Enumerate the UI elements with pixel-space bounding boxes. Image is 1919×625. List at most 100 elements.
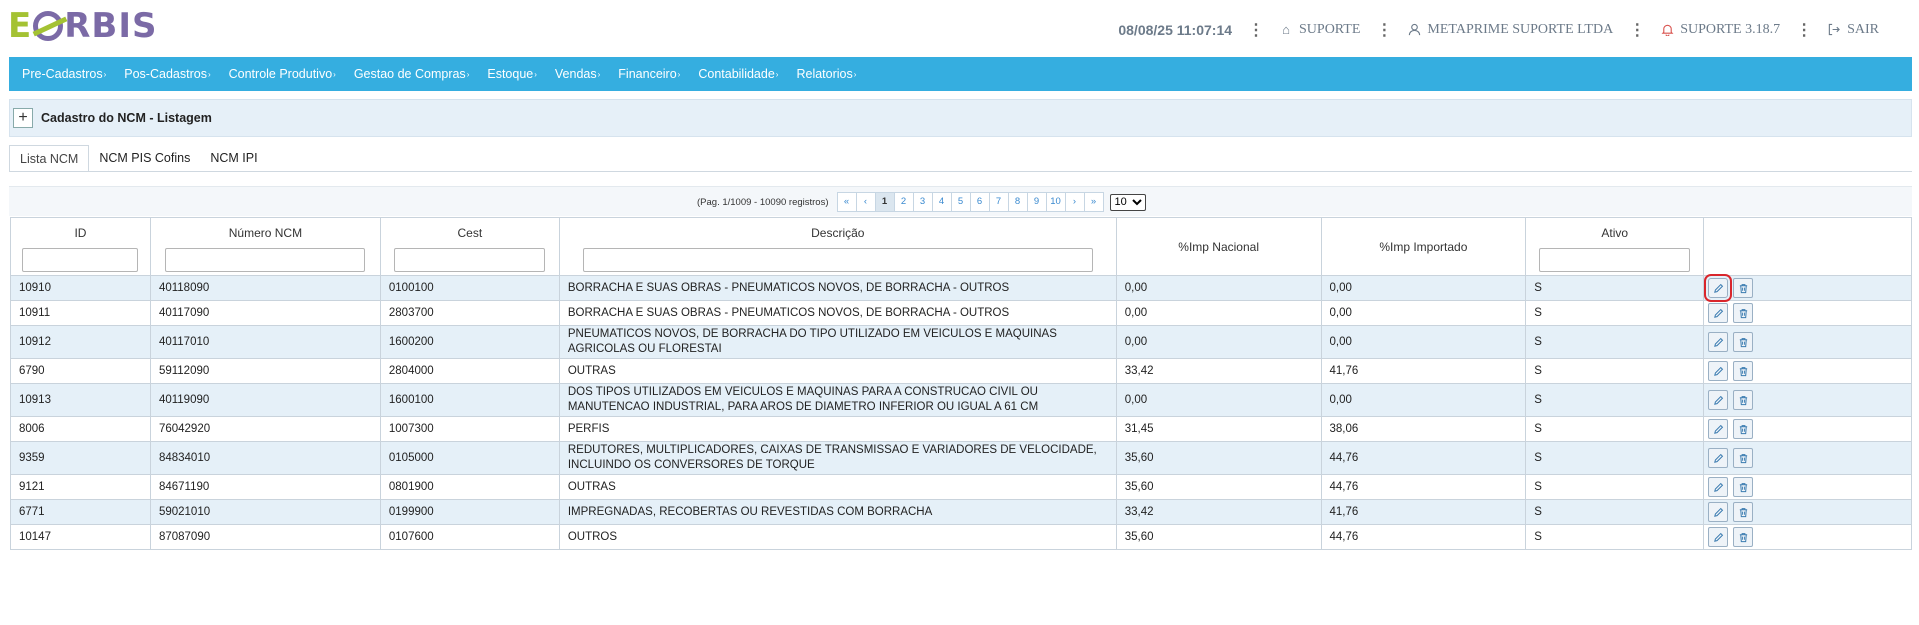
page-button[interactable]: 1 [874,192,895,212]
tab-bar: Lista NCM NCM PIS Cofins NCM IPI [9,145,268,172]
vertical-dots-icon[interactable]: ⋮ [1629,20,1645,40]
cell-ncm: 76042920 [149,416,381,442]
tab-1[interactable]: NCM PIS Cofins [89,145,200,172]
table-row[interactable]: 8006 76042920 1007300 PERFIS 31,45 38,06 S [10,416,1912,442]
cell-imp: 44,76 [1320,474,1527,500]
page-button[interactable]: 5 [950,192,971,212]
menu-item-3[interactable]: Gestao de Compras› [354,67,470,81]
col-ncm: Número NCM [149,217,381,276]
page-size-select[interactable]: 10 [1109,193,1146,211]
menu-item-0[interactable]: Pre-Cadastros› [22,67,106,81]
page-button[interactable]: 10 [1045,192,1066,212]
menu-item-label: Estoque [487,67,534,81]
menu-item-label: Contabilidade [698,67,775,81]
company-label: METAPRIME SUPORTE LTDA [1427,22,1614,37]
version-label: SUPORTE 3.18.7 [1680,22,1781,37]
exit-link[interactable]: SAIR [1827,22,1879,38]
menu-item-label: Pre-Cadastros [22,67,103,81]
page-button[interactable]: 3 [912,192,933,212]
edit-button[interactable] [1708,303,1729,323]
filter-descricao-input[interactable] [582,248,1093,272]
cell-ativo: S [1525,441,1705,475]
page-button[interactable]: 9 [1026,192,1047,212]
menu-item-6[interactable]: Financeiro› [618,67,680,81]
page-button[interactable]: 2 [893,192,914,212]
edit-button[interactable] [1708,332,1729,352]
vertical-dots-icon[interactable]: ⋮ [1796,20,1812,40]
page-button[interactable]: 7 [988,192,1009,212]
table-row[interactable]: 6790 59112090 2804000 OUTRAS 33,42 41,76 S [10,358,1912,384]
last-page-button[interactable]: » [1083,192,1104,212]
menu-item-7[interactable]: Contabilidade› [698,67,778,81]
page-button[interactable]: 4 [931,192,952,212]
menu-item-2[interactable]: Controle Produtivo› [229,67,336,81]
col-imp-importado: %Imp Importado [1320,217,1527,276]
cell-imp: 44,76 [1320,524,1527,550]
cell-nac: 0,00 [1115,325,1322,359]
delete-button[interactable] [1733,527,1754,547]
table-row[interactable]: 10913 40119090 1600100 DOS TIPOS UTILIZADOS… [10,383,1912,417]
delete-button[interactable] [1733,502,1754,522]
edit-button[interactable] [1708,448,1729,468]
tab-0[interactable]: Lista NCM [9,145,90,172]
vertical-dots-icon[interactable]: ⋮ [1248,20,1264,40]
tab-2[interactable]: NCM IPI [200,145,267,172]
trash-icon [1739,532,1747,542]
menu-item-4[interactable]: Estoque› [487,67,537,81]
vertical-dots-icon[interactable]: ⋮ [1376,20,1392,40]
next-page-button[interactable]: › [1064,192,1085,212]
menu-item-8[interactable]: Relatorios› [796,67,856,81]
cell-id: 8006 [10,416,151,442]
table-row[interactable]: 9121 84671190 0801900 OUTRAS 35,60 44,76 S [10,474,1912,500]
table-row[interactable]: 9359 84834010 0105000 REDUTORES, MULTIPLICA… [10,441,1912,475]
cell-desc: BORRACHA E SUAS OBRAS - PNEUMATICOS NOVO… [558,275,1117,301]
edit-button[interactable] [1708,502,1729,522]
delete-button[interactable] [1733,390,1754,410]
edit-button[interactable] [1708,419,1729,439]
col-imp-nacional-label: %Imp Nacional [1178,239,1259,254]
edit-button[interactable] [1708,527,1729,547]
table-row[interactable]: 6771 59021010 0199900 IMPREGNADAS, RECOBERT… [10,499,1912,525]
filter-ncm-input[interactable] [165,248,366,272]
menu-item-5[interactable]: Vendas› [555,67,600,81]
filter-cest-input[interactable] [394,248,546,272]
table-row[interactable]: 10910 40118090 0100100 BORRACHA E SUAS OBRA… [10,274,1912,302]
delete-button[interactable] [1733,361,1754,381]
cell-cest: 0100100 [379,275,560,301]
cell-nac: 0,00 [1115,300,1322,326]
edit-button[interactable] [1708,477,1729,497]
first-page-button[interactable]: « [836,192,857,212]
exit-label: SAIR [1847,22,1879,37]
edit-button[interactable] [1708,361,1729,381]
table-row[interactable]: 10911 40117090 2803700 BORRACHA E SUAS OBRA… [10,300,1912,326]
menu-item-1[interactable]: Pos-Cadastros› [124,67,210,81]
cell-actions [1703,524,1912,550]
company-link[interactable]: METAPRIME SUPORTE LTDA [1407,22,1613,38]
edit-button[interactable] [1708,390,1729,410]
cell-actions [1703,416,1912,442]
notifications-link[interactable]: SUPORTE 3.18.7 [1660,22,1780,38]
filter-id-input[interactable] [22,248,139,272]
delete-button[interactable] [1733,303,1754,323]
app-header: E RBIS 08/08/25 11:07:14 ⋮ ⌂ SUPORTE ⋮ M… [0,0,1919,52]
table-row[interactable]: 10147 87087090 0107600 OUTROS 35,60 44,76 S [10,524,1912,550]
page-button[interactable]: 8 [1007,192,1028,212]
prev-page-button[interactable]: ‹ [855,192,876,212]
cell-ativo: S [1525,499,1705,525]
user-icon [1407,23,1421,37]
delete-button[interactable] [1733,477,1754,497]
support-link[interactable]: ⌂ SUPORTE [1279,22,1360,38]
delete-button[interactable] [1733,278,1754,298]
delete-button[interactable] [1733,332,1754,352]
row-actions [1708,527,1903,547]
cell-cest: 0105000 [379,441,560,475]
table-row[interactable]: 10912 40117010 1600200 PNEUMATICOS NOVOS, D… [10,325,1912,359]
orbis-logo[interactable]: E RBIS [8,6,157,46]
edit-button[interactable] [1704,274,1733,302]
delete-button[interactable] [1733,448,1754,468]
cell-cest: 0801900 [379,474,560,500]
delete-button[interactable] [1733,419,1754,439]
add-button[interactable]: + [13,108,33,128]
filter-ativo-input[interactable] [1539,248,1691,272]
page-button[interactable]: 6 [969,192,990,212]
